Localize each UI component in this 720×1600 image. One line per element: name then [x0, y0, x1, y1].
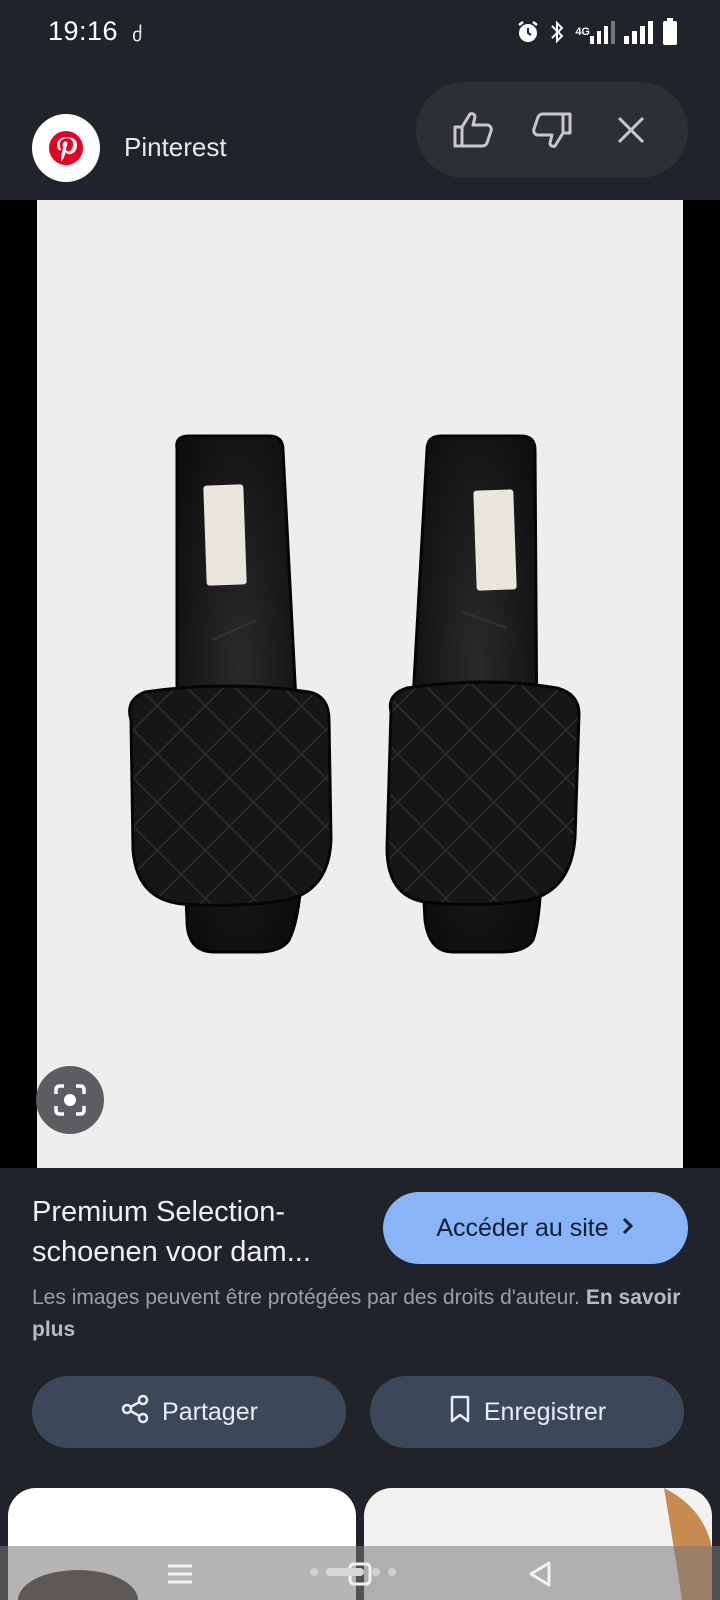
status-icons: 4G: [515, 18, 678, 46]
visit-site-button[interactable]: Accéder au site: [383, 1192, 688, 1264]
page-dot: [388, 1568, 396, 1576]
lens-icon[interactable]: [36, 1066, 104, 1134]
share-button[interactable]: Partager: [32, 1376, 346, 1448]
product-image[interactable]: [37, 200, 683, 1168]
page-indicator: [310, 1568, 396, 1576]
share-label: Partager: [162, 1397, 258, 1426]
feedback-bar: [416, 82, 688, 178]
recents-icon[interactable]: [160, 1556, 200, 1592]
thumbs-down-icon[interactable]: [522, 100, 582, 160]
back-icon[interactable]: [520, 1556, 560, 1592]
copyright-text: Les images peuvent être protégées par de…: [32, 1286, 581, 1309]
chevron-right-icon: [621, 1214, 635, 1243]
network-label: 4G: [575, 26, 590, 38]
result-title[interactable]: Premium Selection-schoenen voor dam...: [32, 1192, 362, 1272]
pinterest-logo-icon[interactable]: [32, 114, 100, 182]
signal-icon: 4G: [573, 20, 616, 44]
save-button[interactable]: Enregistrer: [370, 1376, 684, 1448]
notification-icon: ძ: [132, 24, 143, 46]
status-bar: 19:16 ძ 4G: [0, 0, 720, 64]
thumbs-up-icon[interactable]: [443, 100, 503, 160]
alarm-icon: [515, 19, 541, 45]
save-label: Enregistrer: [483, 1397, 607, 1426]
close-icon[interactable]: [601, 100, 661, 160]
page-dot: [372, 1568, 380, 1576]
share-icon: [120, 1394, 150, 1431]
page-dot-active: [326, 1568, 364, 1576]
copyright-notice: Les images peuvent être protégées par de…: [32, 1282, 702, 1346]
battery-icon: [662, 18, 678, 46]
image-viewer: [0, 200, 720, 1168]
source-name[interactable]: Pinterest: [124, 132, 227, 163]
signal-icon-2: [624, 20, 654, 44]
page-dot: [310, 1568, 318, 1576]
header: Pinterest: [0, 82, 720, 200]
bluetooth-icon: [549, 19, 565, 45]
bookmark-icon: [448, 1394, 472, 1431]
status-time: 19:16: [48, 16, 119, 46]
visit-site-label: Accéder au site: [436, 1213, 609, 1242]
